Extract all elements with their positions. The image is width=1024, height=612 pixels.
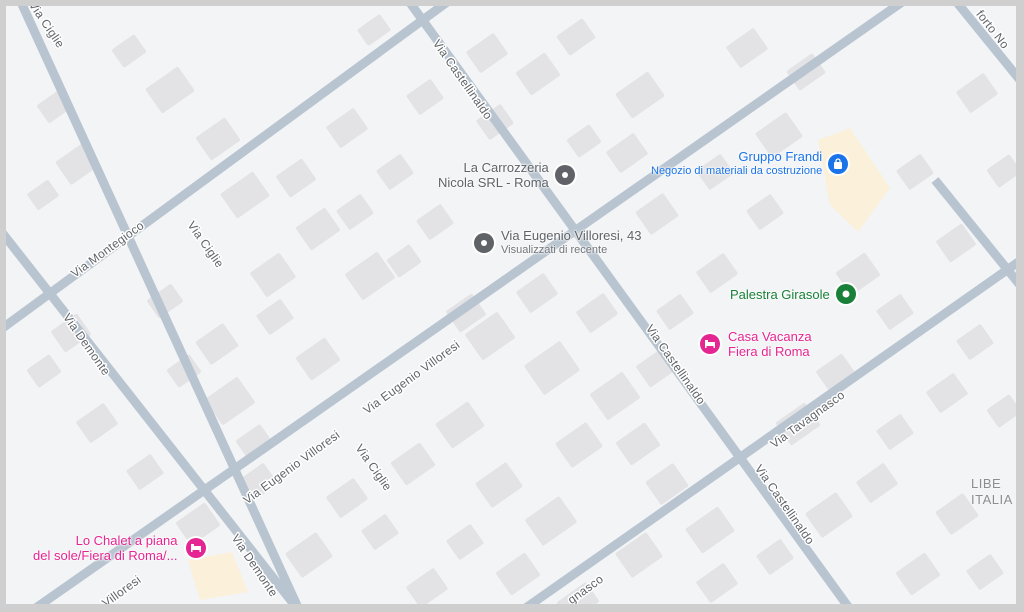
poi-gruppo-frandi[interactable]: Gruppo Frandi Negozio di materiali da co… xyxy=(651,149,849,179)
poi-frandi-label: Gruppo Frandi Negozio di materiali da co… xyxy=(651,149,822,179)
building xyxy=(590,372,640,420)
poi-lo-chalet[interactable]: Lo Chalet a piana del sole/Fiera di Roma… xyxy=(33,533,206,563)
bed-icon xyxy=(700,334,720,354)
building xyxy=(296,207,340,251)
building xyxy=(376,154,414,190)
poi-palestra-name: Palestra Girasole xyxy=(730,286,830,302)
building xyxy=(27,180,59,210)
building xyxy=(987,394,1016,428)
building xyxy=(276,158,316,198)
building xyxy=(406,568,448,604)
poi-palestra-girasole[interactable]: Palestra Girasole xyxy=(730,284,856,304)
shopping-bag-icon xyxy=(828,154,849,174)
building xyxy=(896,154,934,190)
building xyxy=(326,478,368,518)
gym-icon xyxy=(835,284,856,304)
building xyxy=(145,67,195,113)
building xyxy=(516,52,560,96)
street-label: Villoresi xyxy=(99,573,143,604)
place-pin-icon xyxy=(554,165,575,185)
building xyxy=(345,252,395,300)
land-highlight-frandi xyxy=(818,128,890,232)
building xyxy=(524,341,580,395)
poi-casa-name: Casa Vacanza Fiera di Roma xyxy=(728,329,812,359)
building xyxy=(406,79,444,115)
building xyxy=(126,454,164,490)
place-pin-icon xyxy=(474,233,494,253)
building xyxy=(615,72,665,118)
street-label: Via Ciglie xyxy=(185,219,227,271)
map-viewport[interactable]: Via Ciglie Via Castellinaldo Via Montegioc… xyxy=(6,6,1016,604)
poi-via-eugenio-villoresi-43[interactable]: Via Eugenio Villoresi, 43 Visualizzati d… xyxy=(474,228,641,258)
building xyxy=(556,18,596,56)
building xyxy=(756,539,794,575)
poi-chalet-name: Lo Chalet a piana del sole/Fiera di Roma… xyxy=(33,533,178,563)
building xyxy=(746,194,784,230)
building xyxy=(856,463,898,503)
building xyxy=(956,324,994,360)
map-canvas[interactable]: Via CiglieVia CastellinaldoVia Montegioc… xyxy=(6,6,1016,604)
building xyxy=(606,133,648,173)
building xyxy=(496,552,540,596)
building xyxy=(576,293,618,333)
building xyxy=(926,373,968,413)
building xyxy=(966,554,1004,590)
building xyxy=(876,294,914,330)
building xyxy=(525,496,577,546)
building xyxy=(475,462,523,508)
building xyxy=(896,552,940,596)
building xyxy=(635,193,679,235)
building xyxy=(195,323,239,365)
building xyxy=(685,507,735,553)
building xyxy=(256,299,294,335)
poi-frandi-subtitle: Negozio di materiali da costruzione xyxy=(651,165,823,177)
building xyxy=(567,124,601,158)
building xyxy=(220,172,270,218)
poi-villoresi-name: Via Eugenio Villoresi, 43 xyxy=(501,228,642,243)
building xyxy=(446,524,484,560)
poi-casa-vacanza-fiera-di-roma[interactable]: Casa Vacanza Fiera di Roma xyxy=(700,329,812,359)
building xyxy=(555,422,603,468)
street-label: Via Tavagnasco xyxy=(768,388,848,451)
poi-frandi-name: Gruppo Frandi xyxy=(738,149,823,164)
building xyxy=(391,442,435,486)
building xyxy=(435,402,485,448)
building xyxy=(296,337,340,381)
bed-icon xyxy=(185,538,206,558)
building xyxy=(516,273,558,313)
building xyxy=(361,514,399,550)
building xyxy=(326,108,368,148)
building xyxy=(656,294,694,330)
poi-villoresi-label: Via Eugenio Villoresi, 43 Visualizzati d… xyxy=(501,228,641,258)
poi-villoresi-subtitle: Visualizzati di recente xyxy=(501,244,608,256)
building xyxy=(336,194,374,230)
poi-carrozzeria-name: La Carrozzeria Nicola SRL - Roma xyxy=(438,160,549,190)
building xyxy=(696,563,738,603)
building xyxy=(876,414,914,450)
building xyxy=(616,422,660,466)
building xyxy=(416,204,454,240)
building xyxy=(726,28,768,68)
building xyxy=(76,403,118,443)
building xyxy=(285,532,333,578)
area-label-libe-italia: LIBE ITALIA xyxy=(971,476,1013,507)
building xyxy=(987,154,1016,188)
street-label: Via Castellinaldo xyxy=(752,462,818,547)
building xyxy=(466,33,508,73)
poi-la-carrozzeria[interactable]: La Carrozzeria Nicola SRL - Roma xyxy=(438,160,575,190)
building xyxy=(112,34,146,68)
building xyxy=(250,253,296,297)
building xyxy=(956,73,998,113)
building xyxy=(27,354,61,388)
